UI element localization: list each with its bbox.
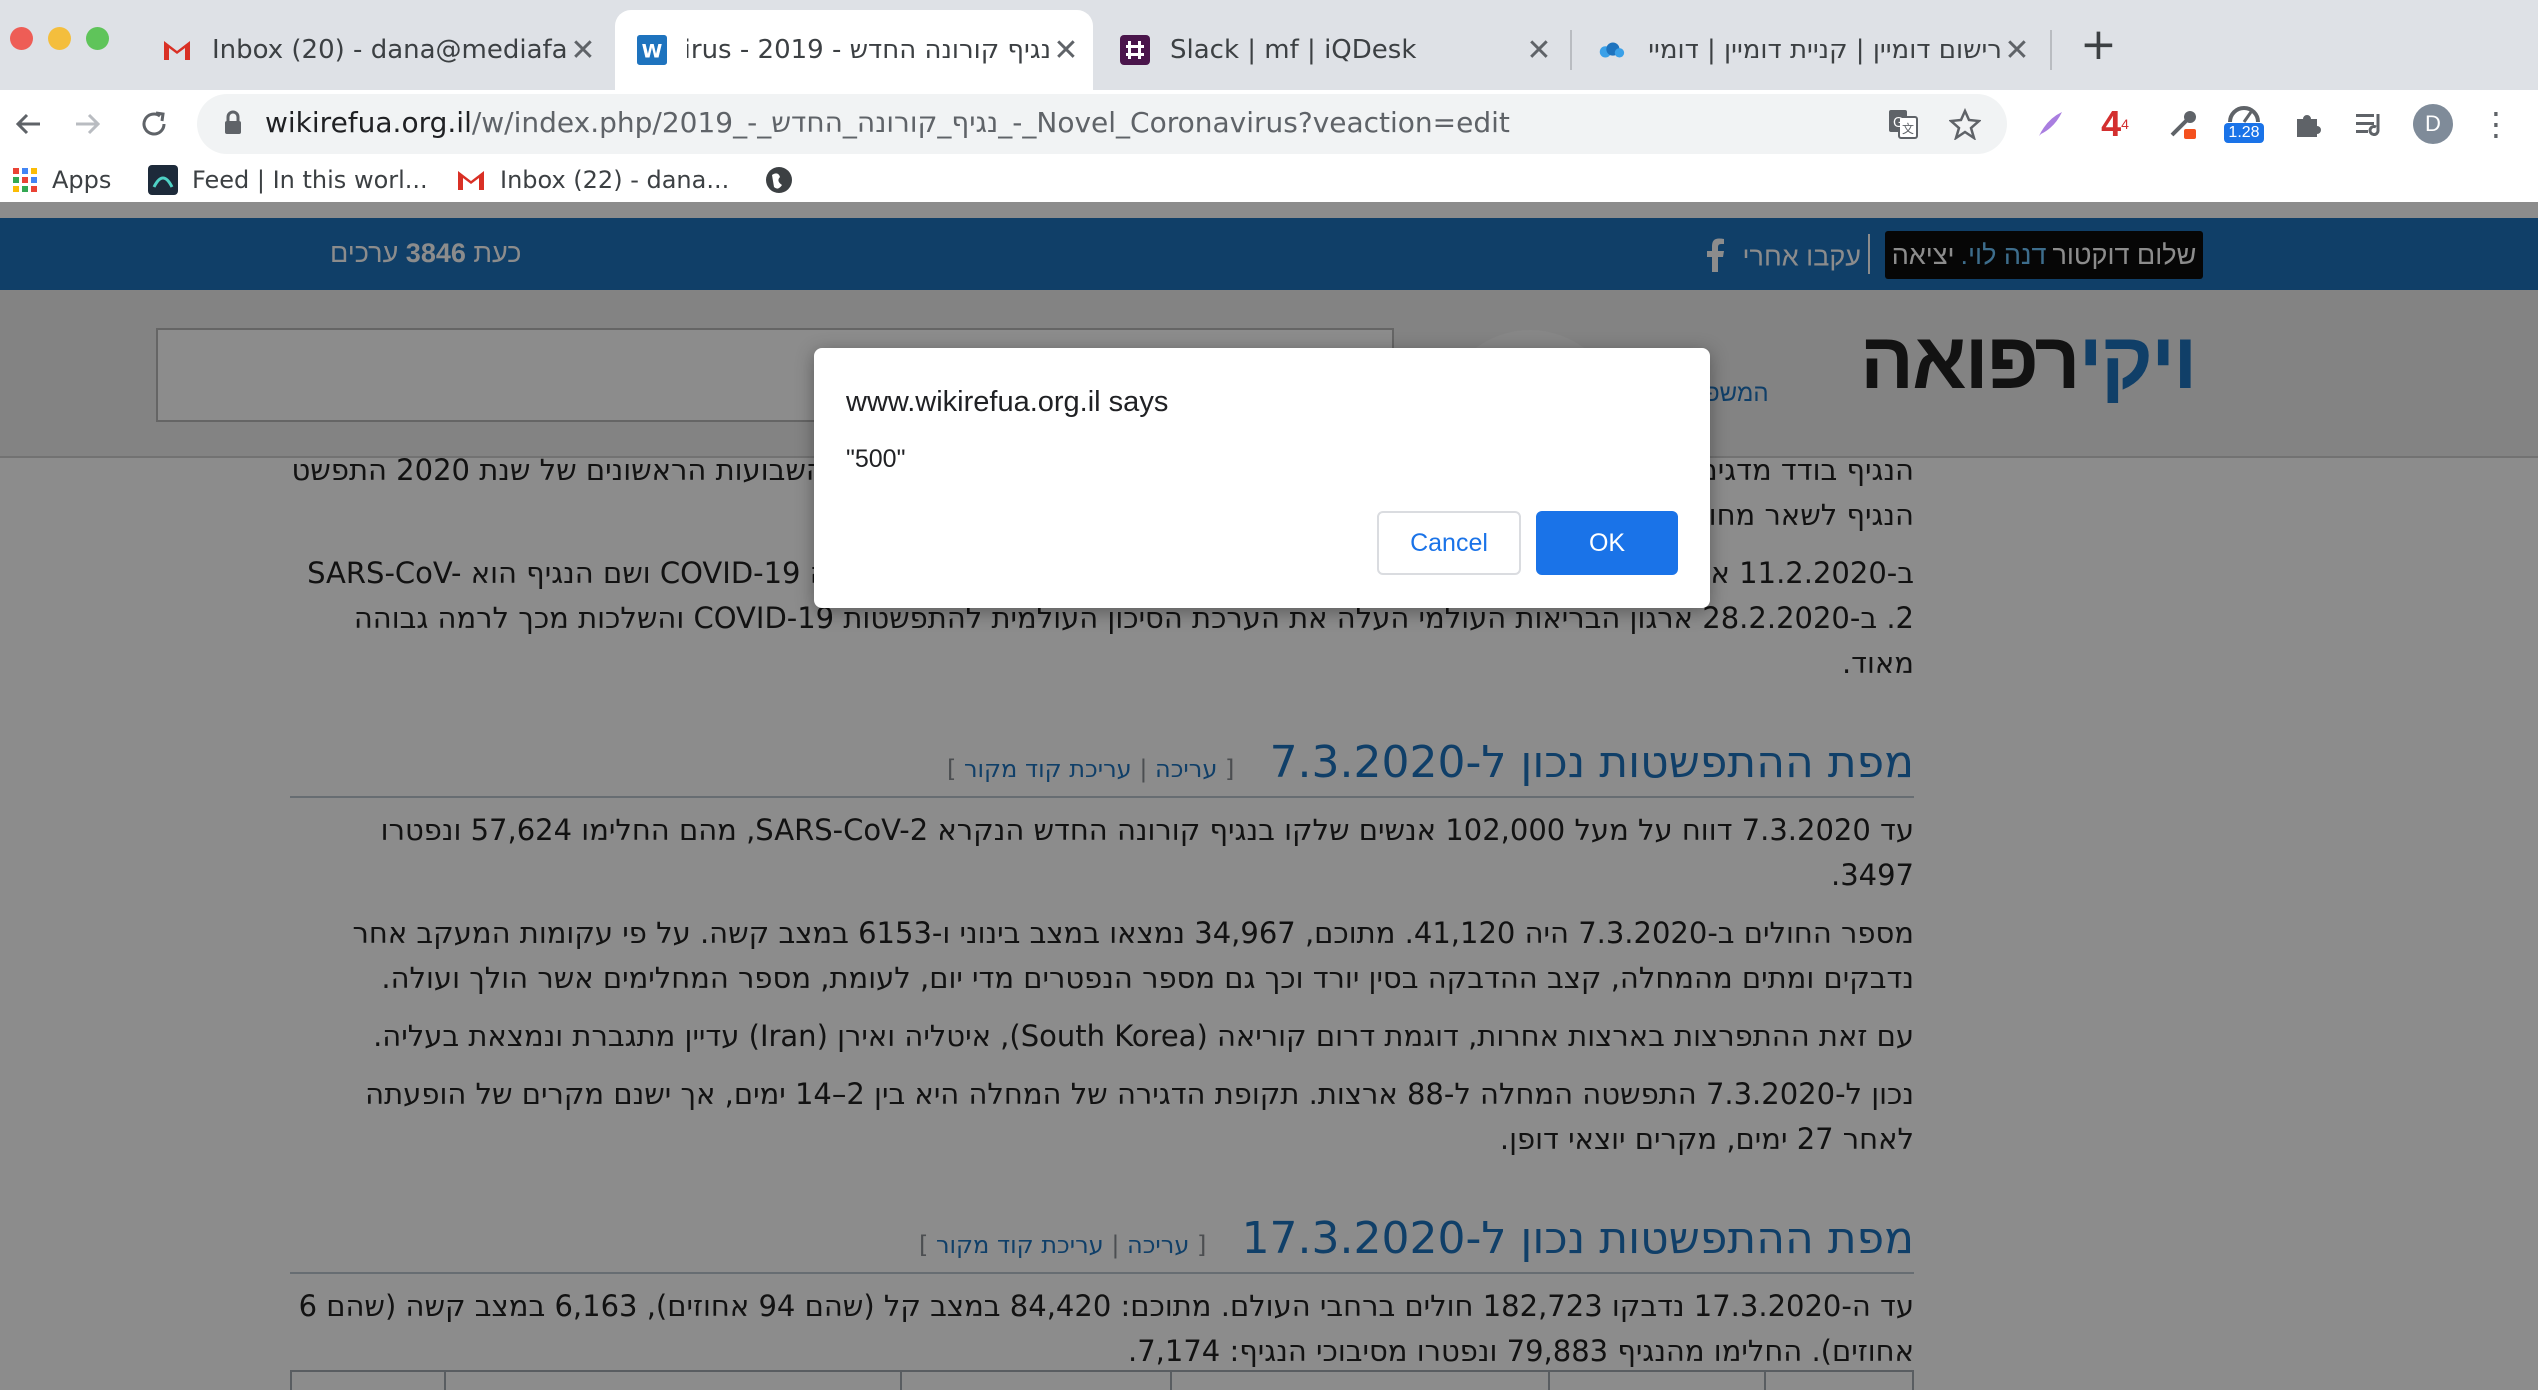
close-tab-icon[interactable]: ✕ bbox=[568, 33, 598, 68]
slack-icon bbox=[1120, 35, 1150, 65]
back-arrow-icon bbox=[15, 113, 40, 135]
back-button[interactable] bbox=[0, 96, 56, 152]
media-queue-icon[interactable] bbox=[2348, 96, 2392, 152]
tab-title: Slack | mf | iQDesk bbox=[1170, 35, 1417, 65]
bookmark-label: Inbox (22) - dana... bbox=[500, 166, 730, 194]
tab-strip: Inbox (20) - dana@mediafarm. ✕ W נגיף קו… bbox=[0, 0, 2538, 90]
speed-extension-icon[interactable]: 1.28 bbox=[2218, 96, 2270, 152]
speed-badge: 1.28 bbox=[2224, 123, 2264, 143]
globe-icon bbox=[764, 165, 794, 195]
close-tab-icon[interactable]: ✕ bbox=[1051, 33, 1081, 68]
translate-icon[interactable]: G文 bbox=[1887, 108, 1919, 144]
reload-icon bbox=[142, 111, 166, 136]
extensions-puzzle-icon[interactable] bbox=[2286, 96, 2330, 152]
tab-title: נגיף קורונה החדש - 2019 - virus bbox=[687, 35, 1051, 65]
tab-separator bbox=[1570, 30, 1572, 70]
forward-button[interactable] bbox=[60, 96, 116, 152]
feather-extension-icon[interactable] bbox=[2028, 96, 2072, 152]
new-tab-button[interactable]: + bbox=[2080, 22, 2117, 68]
four-extension-icon[interactable]: 44 bbox=[2090, 96, 2140, 152]
bookmark-label: Apps bbox=[52, 166, 112, 194]
url-text: wikirefua.org.il/w/index.php/2019_-_נגיף… bbox=[265, 106, 1510, 139]
alert-dialog: www.wikirefua.org.il says "500" Cancel O… bbox=[814, 348, 1710, 608]
close-tab-icon[interactable]: ✕ bbox=[1524, 33, 1554, 68]
eyedropper-extension-icon[interactable] bbox=[2160, 96, 2206, 152]
dialog-message: "500" bbox=[846, 445, 906, 473]
tab-slack[interactable]: Slack | mf | iQDesk ✕ bbox=[1098, 10, 1566, 90]
bookmark-label: Feed | In this worl... bbox=[192, 166, 428, 194]
address-bar[interactable]: wikirefua.org.il/w/index.php/2019_-_נגיף… bbox=[197, 94, 2007, 154]
tab-domain[interactable]: רישום דומיין | קניית דומיין | דומיין ✕ bbox=[1574, 10, 2044, 90]
wikirefua-w-icon: W bbox=[637, 35, 667, 65]
apps-grid-icon bbox=[12, 167, 38, 193]
lock-icon bbox=[223, 110, 243, 140]
chrome-menu-icon[interactable]: ⋮ bbox=[2476, 96, 2516, 152]
svg-text:W: W bbox=[642, 42, 663, 63]
cloud-icon bbox=[1596, 35, 1626, 65]
bookmark-feed[interactable]: Feed | In this worl... bbox=[148, 158, 428, 202]
svg-text:文: 文 bbox=[1902, 121, 1914, 136]
modal-overlay: www.wikirefua.org.il says "500" Cancel O… bbox=[0, 202, 2538, 1390]
window-zoom-button[interactable] bbox=[86, 27, 109, 50]
window-close-button[interactable] bbox=[10, 27, 33, 50]
profile-avatar[interactable]: D bbox=[2410, 96, 2456, 152]
url-host: wikirefua.org.il bbox=[265, 106, 472, 139]
cancel-button[interactable]: Cancel bbox=[1377, 511, 1521, 575]
url-path: /w/index.php/2019_-_נגיף_קורונה_החדש_-_N… bbox=[471, 106, 1510, 139]
tab-title: Inbox (20) - dana@mediafarm. bbox=[212, 35, 568, 65]
gmail-icon bbox=[162, 35, 192, 65]
bookmark-apps[interactable]: Apps bbox=[12, 158, 111, 202]
bookmark-star-icon[interactable] bbox=[1948, 107, 1982, 144]
tab-title: רישום דומיין | קניית דומיין | דומיין bbox=[1646, 35, 2002, 65]
bookmarks-bar: Apps Feed | In this worl... Inbox (22) -… bbox=[0, 158, 2538, 202]
gmail-icon bbox=[456, 168, 486, 192]
forward-arrow-icon bbox=[76, 113, 101, 135]
dialog-title: www.wikirefua.org.il says bbox=[846, 386, 1169, 418]
feed-icon bbox=[148, 165, 178, 195]
ok-button[interactable]: OK bbox=[1536, 511, 1678, 575]
tab-separator bbox=[2050, 30, 2052, 70]
reload-button[interactable] bbox=[126, 96, 182, 152]
tab-gmail-inbox[interactable]: Inbox (20) - dana@mediafarm. ✕ bbox=[140, 10, 610, 90]
bookmark-inbox[interactable]: Inbox (22) - dana... bbox=[456, 158, 729, 202]
close-tab-icon[interactable]: ✕ bbox=[2002, 33, 2032, 68]
tab-wikirefua[interactable]: W נגיף קורונה החדש - 2019 - virus ✕ bbox=[615, 10, 1093, 90]
bookmark-globe[interactable] bbox=[764, 158, 808, 202]
window-minimize-button[interactable] bbox=[48, 27, 71, 50]
